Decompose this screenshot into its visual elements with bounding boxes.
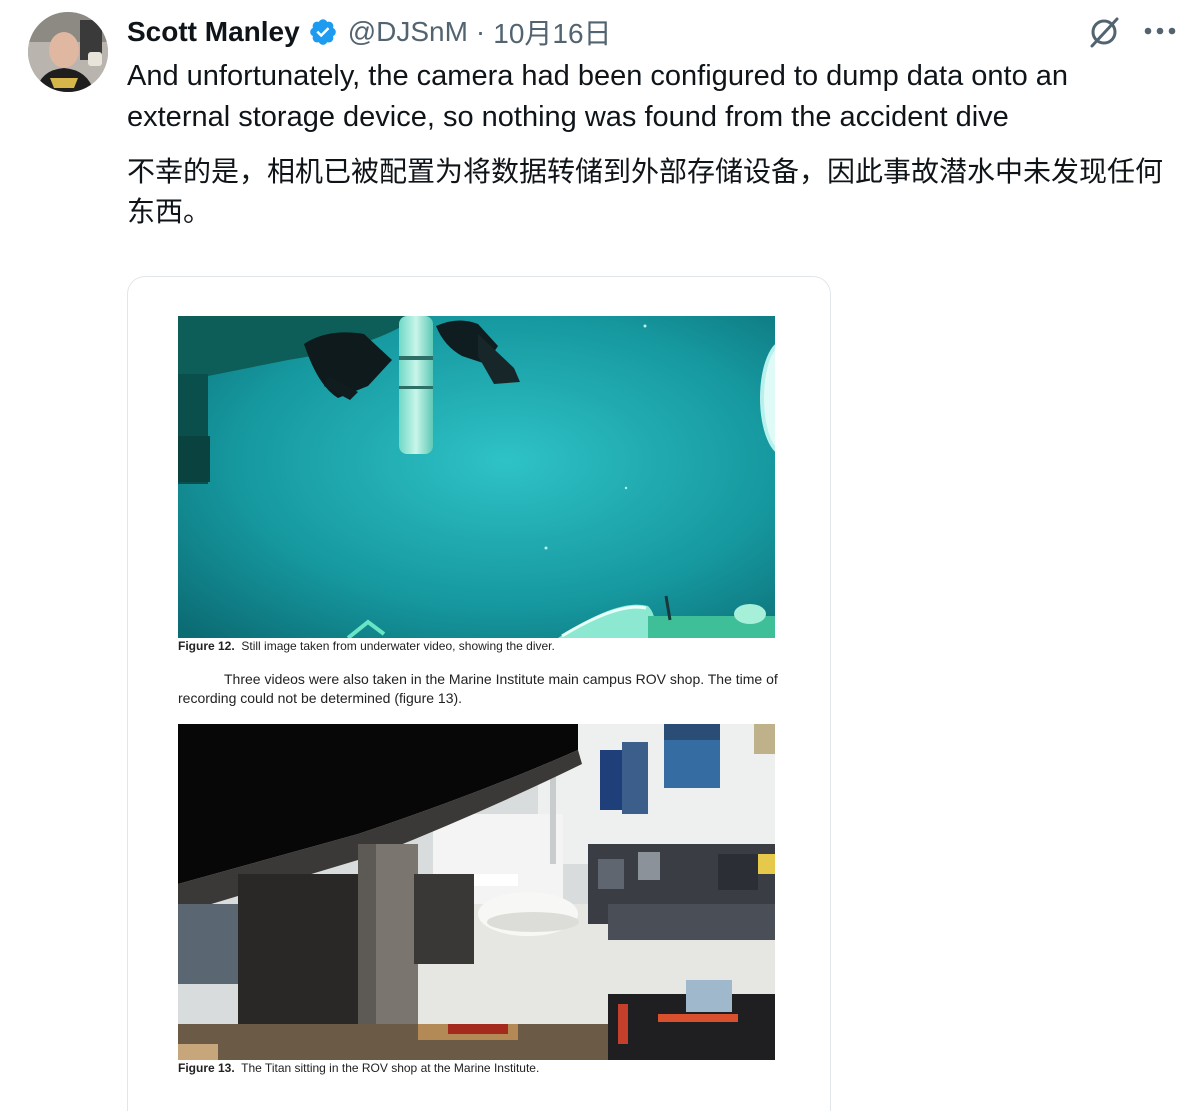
document-paragraph-text: Three videos were also taken in the Mari… (178, 671, 778, 706)
tweet-header: Scott Manley @DJSnM · 10月16日 (127, 12, 612, 52)
media-card[interactable]: Figure 12. Still image taken from underw… (127, 276, 831, 1111)
figure-12-caption: Figure 12. Still image taken from underw… (178, 639, 555, 653)
document-paragraph: Three videos were also taken in the Mari… (178, 670, 778, 708)
figure-12-caption-text: Still image taken from underwater video,… (241, 639, 555, 653)
tweet-text-english: And unfortunately, the camera had been c… (127, 60, 1069, 133)
figure-12-underwater-image (178, 316, 775, 638)
author-name[interactable]: Scott Manley (127, 16, 300, 48)
figure-13-caption: Figure 13. The Titan sitting in the ROV … (178, 1061, 539, 1075)
more-options-icon[interactable] (1140, 18, 1180, 44)
avatar-photo (28, 12, 108, 92)
figure-13-label: Figure 13. (178, 1061, 235, 1075)
separator-dot: · (475, 16, 486, 47)
figure-12-label: Figure 12. (178, 639, 235, 653)
grok-icon[interactable] (1086, 14, 1122, 50)
avatar[interactable] (28, 12, 108, 92)
figure-13-caption-text: The Titan sitting in the ROV shop at the… (241, 1061, 540, 1075)
verified-badge-icon[interactable] (308, 17, 338, 47)
figure-13-rov-shop-image (178, 724, 775, 1060)
tweet-text-chinese: 不幸的是，相机已被配置为将数据转储到外部存储设备，因此事故潜水中未发现任何东西。 (127, 155, 1164, 228)
tweet-date[interactable]: 10月16日 (493, 12, 611, 52)
author-handle[interactable]: @DJSnM (348, 16, 468, 48)
